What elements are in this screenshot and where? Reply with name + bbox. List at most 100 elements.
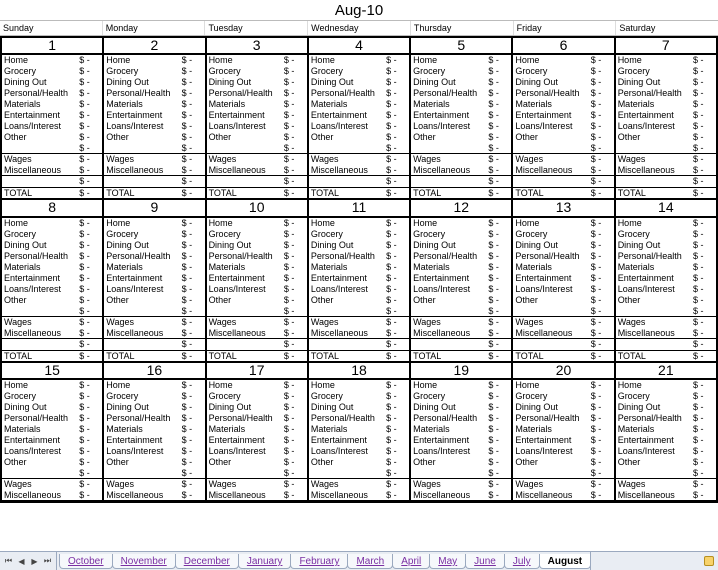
category-amount[interactable]: $ -	[690, 218, 716, 229]
category-amount[interactable]: $ -	[76, 110, 102, 121]
category-amount[interactable]: $ -	[281, 380, 307, 391]
income-row[interactable]: Wages$ -	[104, 154, 204, 165]
category-row[interactable]: Home$ -	[616, 380, 716, 391]
category-amount[interactable]: $ -	[485, 457, 511, 468]
category-row[interactable]: Personal/Health$ -	[2, 413, 102, 424]
category-amount[interactable]: $ -	[588, 380, 614, 391]
income-row[interactable]: Miscellaneous$ -	[207, 328, 307, 339]
category-row[interactable]: Loans/Interest$ -	[411, 284, 511, 295]
category-row[interactable]: Materials$ -	[2, 99, 102, 110]
category-amount[interactable]: $ -	[485, 402, 511, 413]
category-row[interactable]: Dining Out$ -	[616, 402, 716, 413]
category-amount[interactable]: $ -	[690, 66, 716, 77]
category-amount[interactable]: $ -	[179, 240, 205, 251]
category-row[interactable]: Entertainment$ -	[411, 273, 511, 284]
category-row[interactable]: Entertainment$ -	[104, 435, 204, 446]
income-amount[interactable]: $ -	[76, 328, 102, 338]
category-row[interactable]: Entertainment$ -	[207, 110, 307, 121]
income-amount[interactable]: $ -	[485, 154, 511, 165]
category-row[interactable]: Dining Out$ -	[309, 402, 409, 413]
category-amount[interactable]: $ -	[76, 55, 102, 66]
category-amount[interactable]: $ -	[690, 424, 716, 435]
category-amount[interactable]: $ -	[281, 284, 307, 295]
category-row[interactable]: Personal/Health$ -	[104, 413, 204, 424]
category-row[interactable]: Dining Out$ -	[2, 402, 102, 413]
category-row[interactable]: Entertainment$ -	[616, 435, 716, 446]
category-amount[interactable]: $ -	[588, 251, 614, 262]
category-row[interactable]: Materials$ -	[309, 424, 409, 435]
category-row[interactable]: Materials$ -	[309, 99, 409, 110]
category-amount[interactable]: $ -	[76, 88, 102, 99]
category-row[interactable]: Loans/Interest$ -	[104, 284, 204, 295]
income-row[interactable]: Miscellaneous$ -	[309, 165, 409, 176]
category-row[interactable]: Dining Out$ -	[616, 77, 716, 88]
category-amount[interactable]: $ -	[485, 284, 511, 295]
category-row[interactable]: Loans/Interest$ -	[104, 121, 204, 132]
category-row[interactable]: Grocery$ -	[104, 391, 204, 402]
category-row[interactable]: Personal/Health$ -	[616, 251, 716, 262]
category-row[interactable]: Dining Out$ -	[513, 77, 613, 88]
category-row[interactable]: Home$ -	[207, 55, 307, 66]
category-amount[interactable]: $ -	[383, 77, 409, 88]
category-row[interactable]: Grocery$ -	[411, 229, 511, 240]
category-amount[interactable]: $ -	[76, 446, 102, 457]
category-row[interactable]: Grocery$ -	[2, 66, 102, 77]
income-row[interactable]: Wages$ -	[411, 479, 511, 490]
category-row[interactable]: Materials$ -	[616, 262, 716, 273]
income-amount[interactable]: $ -	[281, 479, 307, 490]
category-amount[interactable]: $ -	[588, 391, 614, 402]
category-row[interactable]: Dining Out$ -	[207, 402, 307, 413]
income-row[interactable]: Wages$ -	[513, 317, 613, 328]
category-row[interactable]: Grocery$ -	[2, 391, 102, 402]
category-amount[interactable]: $ -	[281, 55, 307, 66]
category-row[interactable]: Materials$ -	[207, 99, 307, 110]
category-row[interactable]: Home$ -	[207, 380, 307, 391]
income-amount[interactable]: $ -	[281, 490, 307, 500]
category-row[interactable]: Personal/Health$ -	[2, 88, 102, 99]
category-row[interactable]: Materials$ -	[104, 424, 204, 435]
category-row[interactable]: Other$ -	[309, 132, 409, 143]
category-row[interactable]: Dining Out$ -	[513, 402, 613, 413]
category-amount[interactable]: $ -	[179, 251, 205, 262]
category-row[interactable]: Personal/Health$ -	[513, 413, 613, 424]
category-row[interactable]: Loans/Interest$ -	[2, 121, 102, 132]
income-row[interactable]: Wages$ -	[309, 479, 409, 490]
category-amount[interactable]: $ -	[690, 262, 716, 273]
income-amount[interactable]: $ -	[179, 328, 205, 338]
category-amount[interactable]: $ -	[588, 121, 614, 132]
income-row[interactable]: Miscellaneous$ -	[616, 165, 716, 176]
category-row[interactable]: Grocery$ -	[616, 66, 716, 77]
category-amount[interactable]: $ -	[179, 229, 205, 240]
category-amount[interactable]: $ -	[588, 402, 614, 413]
category-row[interactable]: Personal/Health$ -	[207, 413, 307, 424]
category-amount[interactable]: $ -	[76, 251, 102, 262]
category-amount[interactable]: $ -	[281, 218, 307, 229]
income-amount[interactable]: $ -	[383, 490, 409, 500]
sheet-tab-march[interactable]: March	[347, 554, 393, 569]
category-row[interactable]: Personal/Health$ -	[616, 88, 716, 99]
category-amount[interactable]: $ -	[588, 446, 614, 457]
category-row[interactable]: Loans/Interest$ -	[309, 284, 409, 295]
income-row[interactable]: Wages$ -	[309, 154, 409, 165]
income-amount[interactable]: $ -	[690, 490, 716, 500]
category-row[interactable]: Home$ -	[411, 380, 511, 391]
category-amount[interactable]: $ -	[588, 66, 614, 77]
income-row[interactable]: Wages$ -	[309, 317, 409, 328]
category-amount[interactable]: $ -	[383, 457, 409, 468]
category-row[interactable]: Personal/Health$ -	[104, 88, 204, 99]
income-amount[interactable]: $ -	[281, 328, 307, 338]
category-row[interactable]: Entertainment$ -	[2, 273, 102, 284]
category-amount[interactable]: $ -	[76, 66, 102, 77]
category-amount[interactable]: $ -	[281, 121, 307, 132]
category-amount[interactable]: $ -	[179, 99, 205, 110]
category-amount[interactable]: $ -	[485, 229, 511, 240]
category-amount[interactable]: $ -	[281, 424, 307, 435]
category-amount[interactable]: $ -	[179, 284, 205, 295]
category-amount[interactable]: $ -	[383, 413, 409, 424]
sheet-tab-july[interactable]: July	[504, 554, 540, 569]
income-amount[interactable]: $ -	[588, 165, 614, 175]
category-row[interactable]: Other$ -	[513, 132, 613, 143]
income-amount[interactable]: $ -	[179, 165, 205, 175]
category-amount[interactable]: $ -	[485, 295, 511, 306]
income-amount[interactable]: $ -	[588, 328, 614, 338]
